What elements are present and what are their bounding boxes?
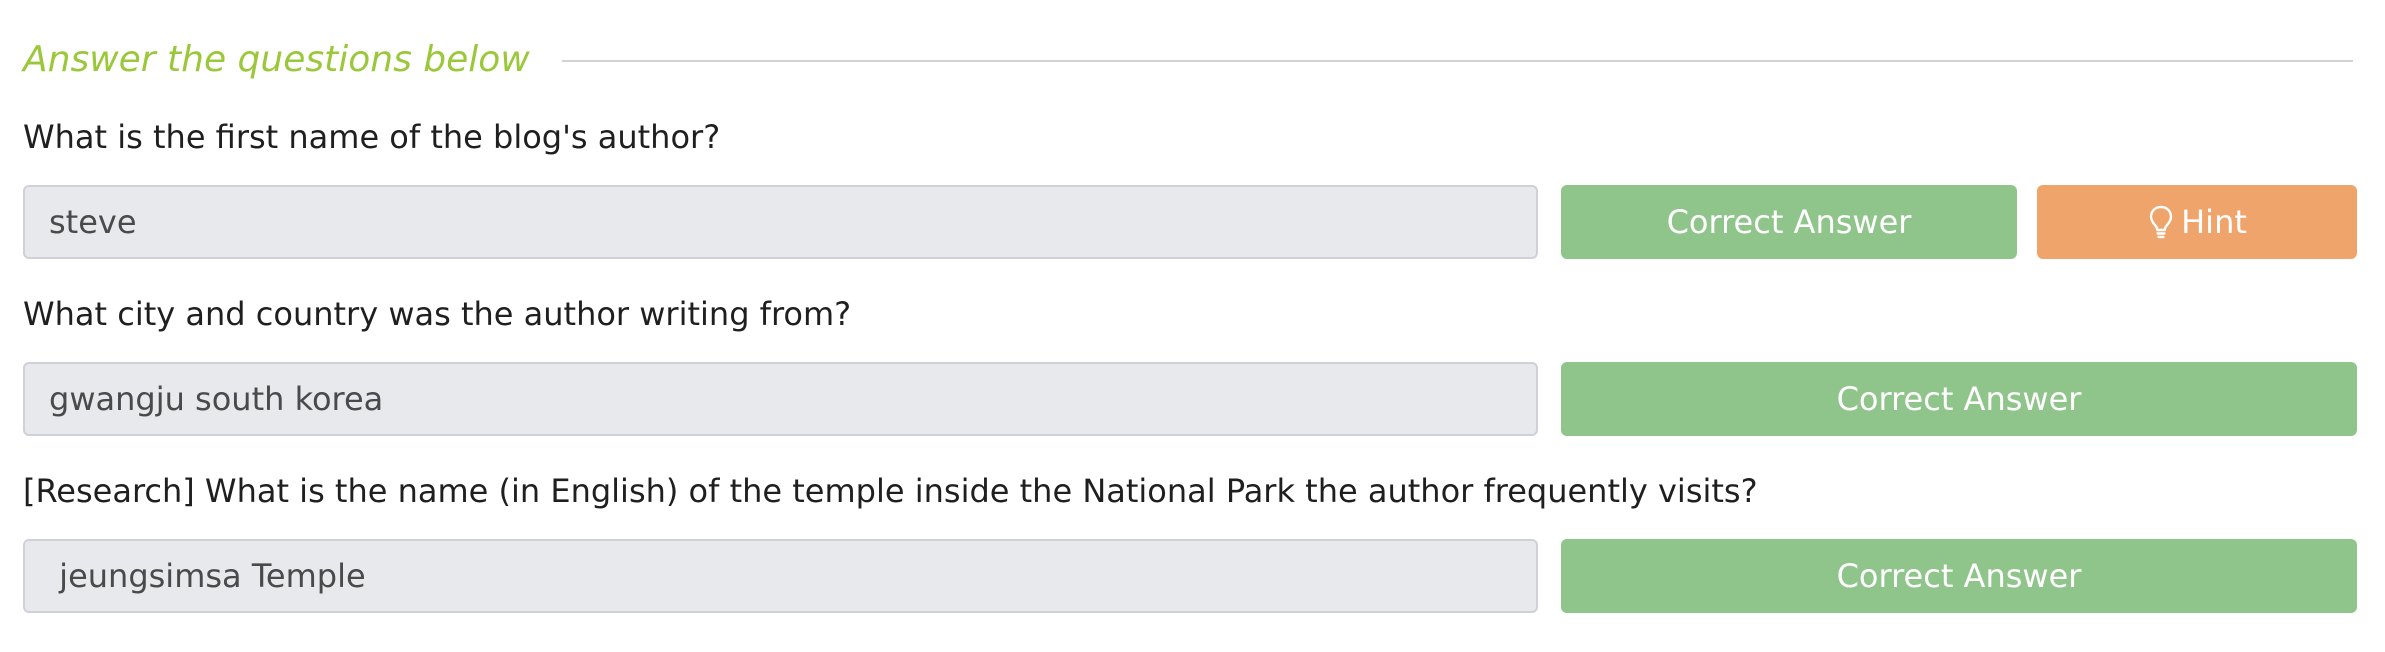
question-2-text: What city and country was the author wri…	[23, 295, 852, 333]
question-1-text: What is the first name of the blog's aut…	[23, 118, 721, 156]
question-3-correct-answer-button[interactable]: Correct Answer	[1561, 539, 2357, 613]
question-1-answer-input[interactable]	[23, 185, 1538, 259]
hint-button-label: Hint	[2181, 203, 2247, 241]
section-title: Answer the questions below	[23, 38, 530, 80]
lightbulb-icon	[2147, 203, 2175, 241]
question-3-answer-input[interactable]	[23, 539, 1538, 613]
question-3-text: [Research] What is the name (in English)…	[23, 472, 1758, 510]
section-divider	[561, 60, 2353, 62]
question-1-correct-answer-button[interactable]: Correct Answer	[1561, 185, 2017, 259]
questions-panel: Answer the questions below What is the f…	[0, 0, 2385, 652]
question-2-answer-input[interactable]	[23, 362, 1538, 436]
question-2-correct-answer-button[interactable]: Correct Answer	[1561, 362, 2357, 436]
section-header: Answer the questions below	[23, 30, 2353, 88]
question-1-hint-button[interactable]: Hint	[2037, 185, 2357, 259]
